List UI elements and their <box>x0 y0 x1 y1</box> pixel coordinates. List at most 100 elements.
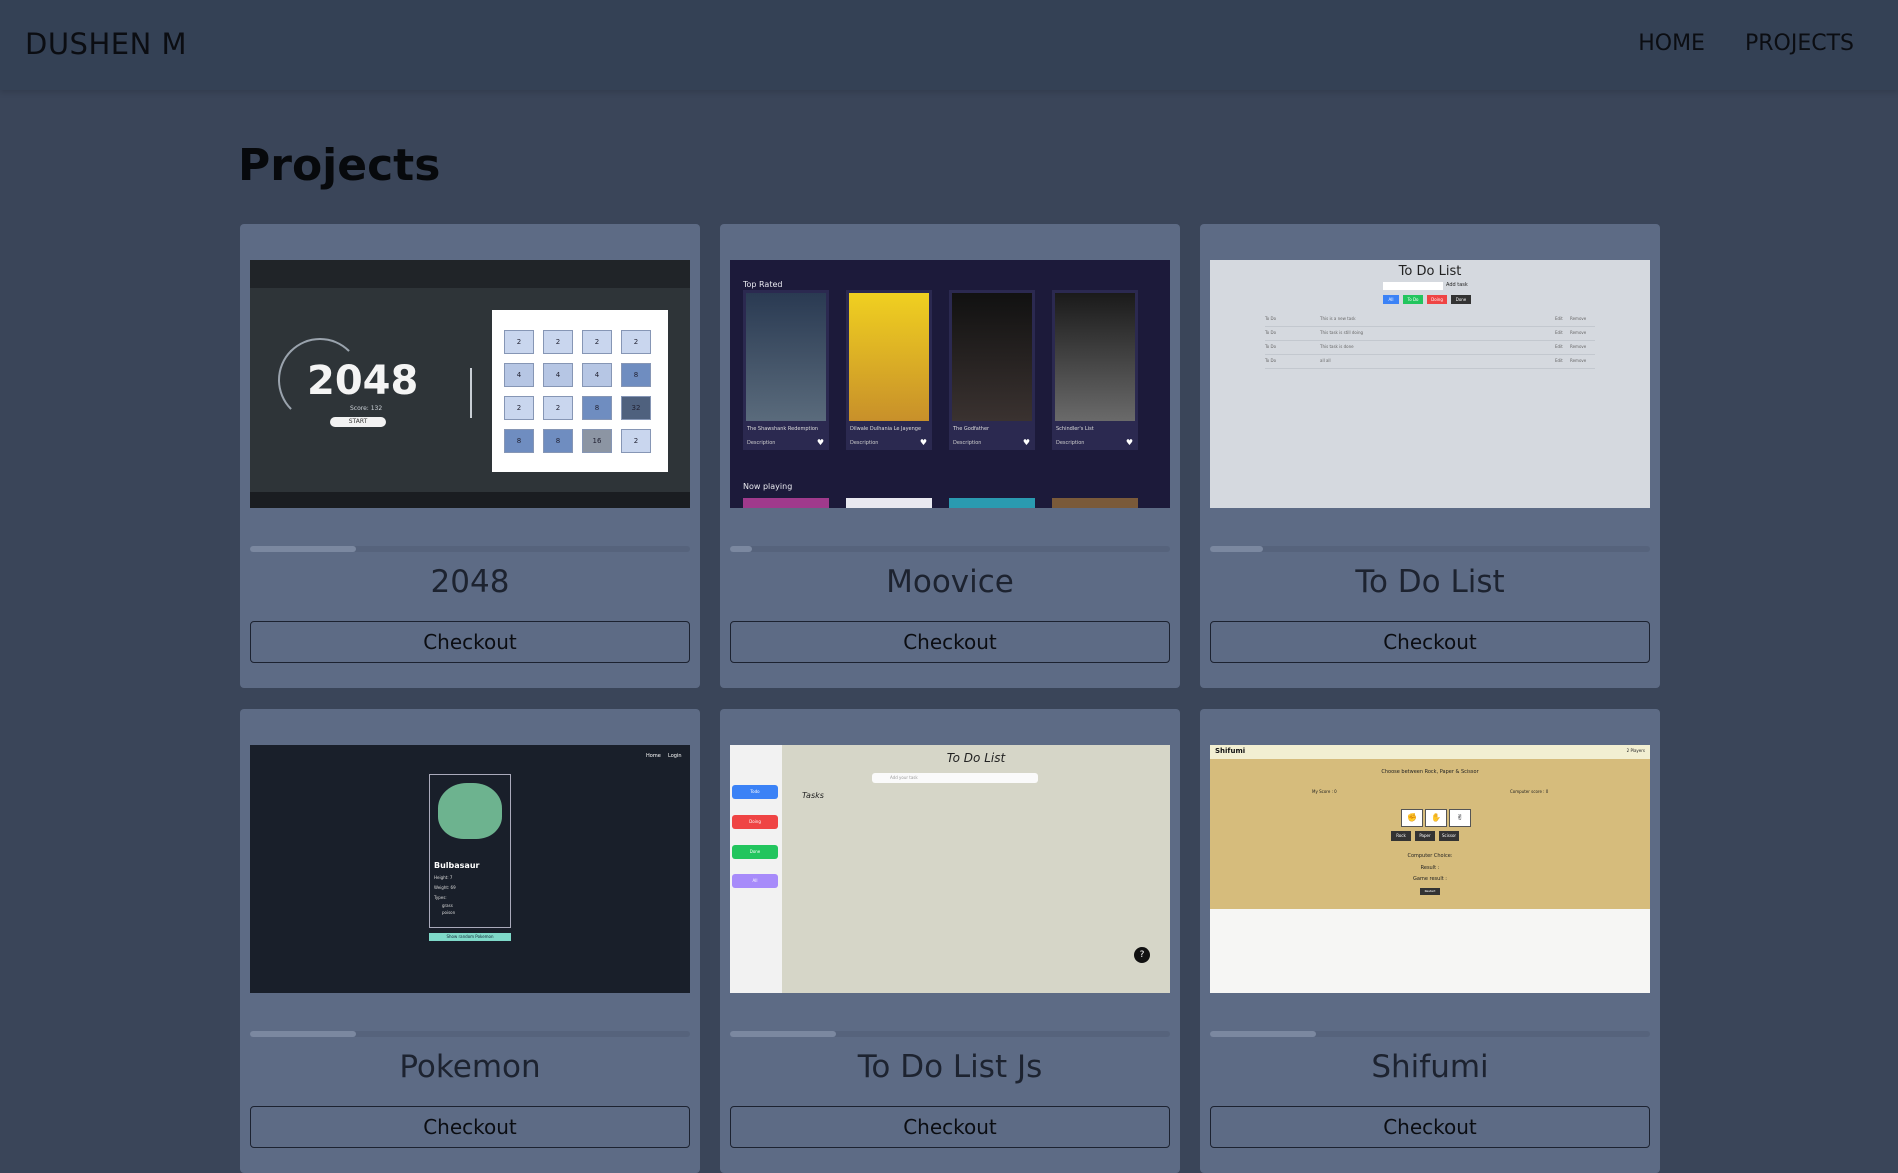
filter-done: Done <box>1451 295 1471 304</box>
movie-strip <box>743 498 829 508</box>
movie-strip <box>846 498 932 508</box>
computer-choice: Computer Choice: <box>1407 853 1453 859</box>
progress-track <box>730 1031 1170 1037</box>
page-title: Projects <box>238 140 441 191</box>
progress-fill <box>730 1031 836 1037</box>
game-title: 2048 <box>307 358 419 404</box>
poke-nav-home: Home <box>646 753 661 759</box>
game-tile: 32 <box>621 396 651 420</box>
project-title: Moovice <box>886 564 1014 600</box>
progress-track <box>250 546 690 552</box>
nav-home-link[interactable]: HOME <box>1638 31 1705 56</box>
game-tile: 8 <box>582 396 612 420</box>
game-tile: 8 <box>504 429 534 453</box>
side-done: Done <box>732 845 778 859</box>
progress-fill <box>1210 546 1263 552</box>
checkout-button[interactable]: Checkout <box>730 621 1170 663</box>
movie-name: Schindler's List <box>1056 426 1094 432</box>
movie-strip <box>949 498 1035 508</box>
nav-links: HOME PROJECTS <box>1638 31 1854 56</box>
add-task-label: Add task <box>1446 282 1468 288</box>
heart-icon: ♥ <box>1022 438 1030 447</box>
pokemon-types-label: Types: <box>434 895 447 900</box>
project-thumbnail-todo: To Do List Add task All To Do Doing Done… <box>1210 260 1650 508</box>
rock-button: Rock <box>1391 831 1411 841</box>
brand-logo[interactable]: DUSHEN M <box>25 27 187 61</box>
progress-fill <box>1210 1031 1316 1037</box>
project-card-todo-js: Todo Doing Done All To Do List Add your … <box>720 709 1180 1173</box>
todo-row: To Do This task is still doing Edit Remove <box>1265 330 1595 341</box>
side-doing: Doing <box>732 815 778 829</box>
pokemon-height: Height: 7 <box>434 875 453 880</box>
side-todo: Todo <box>732 785 778 799</box>
shifumi-title: Shifumi <box>1215 747 1246 755</box>
now-playing-label: Now playing <box>743 482 793 491</box>
movie-poster: The Shawshank Redemption Description ♥ <box>743 290 829 450</box>
game-tile: 2 <box>621 330 651 354</box>
project-card-moovice: Top Rated The Shawshank Redemption Descr… <box>720 224 1180 688</box>
game-score: Score: 132 <box>350 405 383 412</box>
poster-image <box>1055 293 1135 421</box>
os-taskbar <box>250 492 690 508</box>
todo-js-input: Add your task <box>872 773 1038 783</box>
nav-projects-link[interactable]: PROJECTS <box>1745 31 1854 56</box>
scissor-button: Scissor <box>1439 831 1459 841</box>
game-tile: 2 <box>504 330 534 354</box>
todo-title: To Do List <box>1398 264 1462 279</box>
project-thumbnail-todo-js: Todo Doing Done All To Do List Add your … <box>730 745 1170 993</box>
movie-poster: Schindler's List Description ♥ <box>1052 290 1138 450</box>
project-thumbnail-pokemon: Home Login Bulbasaur Height: 7 Weight: 6… <box>250 745 690 993</box>
rock-icon: ✊ <box>1401 809 1423 827</box>
my-score: My Score : 0 <box>1312 789 1337 794</box>
game-tile: 2 <box>543 330 573 354</box>
progress-track <box>1210 1031 1650 1037</box>
paper-button: Paper <box>1415 831 1435 841</box>
checkout-button[interactable]: Checkout <box>250 1106 690 1148</box>
pokemon-weight: Weight: 69 <box>434 885 456 890</box>
progress-track <box>1210 546 1650 552</box>
poke-nav-login: Login <box>668 753 682 759</box>
poster-image <box>952 293 1032 421</box>
movie-name: Dilwale Dulhania Le Jayenge <box>850 426 922 432</box>
side-all: All <box>732 874 778 888</box>
todo-input <box>1383 282 1443 290</box>
result: Result : <box>1420 865 1440 871</box>
shifumi-players: 2 Players <box>1626 748 1645 753</box>
scissor-icon: ✌ <box>1449 809 1471 827</box>
navbar: DUSHEN M HOME PROJECTS <box>0 0 1898 90</box>
pokemon-name: Bulbasaur <box>434 861 480 870</box>
game-result: Game result : <box>1413 876 1447 882</box>
game-tile: 2 <box>504 396 534 420</box>
todo-sidebar: Todo Doing Done All <box>730 745 782 993</box>
tasks-label: Tasks <box>802 791 824 800</box>
game-tile: 4 <box>543 363 573 387</box>
random-pokemon-button: Show random Pokemon <box>429 933 511 941</box>
poster-image <box>849 293 929 421</box>
project-card-todo: To Do List Add task All To Do Doing Done… <box>1200 224 1660 688</box>
paper-icon: ✋ <box>1425 809 1447 827</box>
project-title: 2048 <box>430 564 510 600</box>
heart-icon: ♥ <box>919 438 927 447</box>
pokemon-image <box>438 783 502 839</box>
checkout-button[interactable]: Checkout <box>1210 621 1650 663</box>
pokemon-type: poison <box>442 910 456 915</box>
divider <box>470 368 472 418</box>
checkout-button[interactable]: Checkout <box>250 621 690 663</box>
progress-track <box>730 546 1170 552</box>
movie-strip <box>1052 498 1138 508</box>
game-tile: 4 <box>504 363 534 387</box>
checkout-button[interactable]: Checkout <box>1210 1106 1650 1148</box>
checkout-button[interactable]: Checkout <box>730 1106 1170 1148</box>
todo-row: To Do all all Edit Remove <box>1265 358 1595 369</box>
todo-js-title: To Do List <box>946 751 1006 765</box>
project-card-2048: 2048 Score: 132 START 2 2 2 2 4 4 4 8 2 2 8 32 8 8 16 2… <box>240 224 700 688</box>
project-thumbnail-2048: 2048 Score: 132 START 2 2 2 2 4 4 4 8 2 2 8 32 8 8 16 2 <box>250 260 690 508</box>
poster-image <box>746 293 826 421</box>
movie-name: The Shawshank Redemption <box>747 426 819 432</box>
help-icon: ? <box>1134 947 1150 963</box>
game-board: 2 2 2 2 4 4 4 8 2 2 8 32 8 8 16 2 <box>492 310 668 472</box>
movie-poster: Dilwale Dulhania Le Jayenge Description … <box>846 290 932 450</box>
game-start-button: START <box>330 417 386 427</box>
heart-icon: ♥ <box>816 438 824 447</box>
game-tile: 8 <box>621 363 651 387</box>
